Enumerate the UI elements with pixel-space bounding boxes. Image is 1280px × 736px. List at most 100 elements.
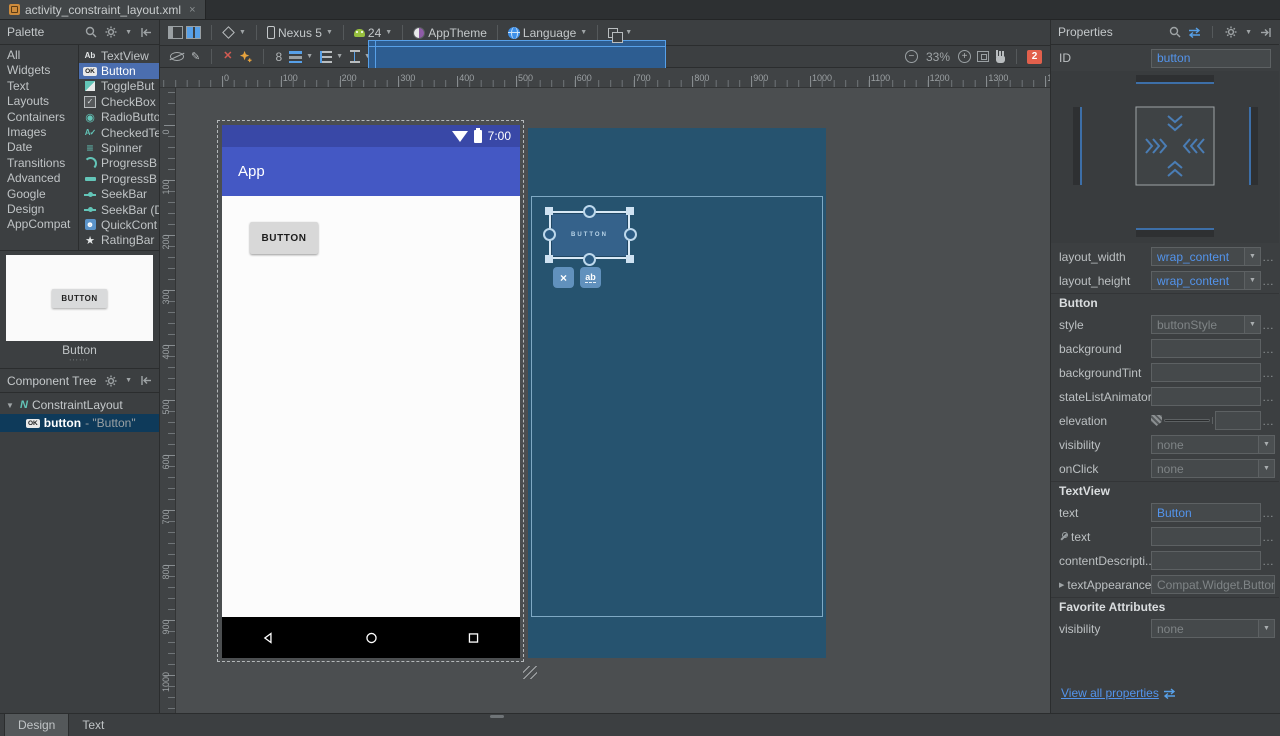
pack-selector[interactable]: ▼ <box>289 51 313 63</box>
dropdown-arrow-icon[interactable]: ▼ <box>1258 460 1274 477</box>
language-selector[interactable]: Language ▼ <box>508 26 587 40</box>
palette-item-radiobutto[interactable]: RadioButto <box>79 110 159 125</box>
constraint-inspector[interactable] <box>1051 71 1279 243</box>
palette-category-layouts[interactable]: Layouts <box>0 94 78 109</box>
property-dropdown[interactable]: none▼ <box>1151 459 1275 478</box>
property-dropdown[interactable]: none▼ <box>1151 435 1275 454</box>
slider-thumb[interactable] <box>1151 415 1162 426</box>
slider-track[interactable] <box>1164 419 1210 422</box>
palette-item-quickcont[interactable]: QuickCont <box>79 217 159 232</box>
property-input[interactable] <box>1151 527 1261 546</box>
design-button-widget[interactable]: BUTTON <box>250 222 318 254</box>
property-dropdown[interactable]: wrap_content▼ <box>1151 247 1261 266</box>
id-input[interactable]: button <box>1151 49 1271 68</box>
zoom-to-fit-icon[interactable] <box>977 51 989 62</box>
more-options-button[interactable]: … <box>1261 414 1275 428</box>
more-options-button[interactable]: … <box>1261 506 1275 520</box>
theme-selector[interactable]: AppTheme <box>413 26 487 40</box>
dropdown-arrow-icon[interactable]: ▼ <box>1244 248 1260 265</box>
property-dropdown[interactable]: buttonStyle▼ <box>1151 315 1261 334</box>
palette-item-button[interactable]: Button <box>79 63 159 78</box>
palette-category-appcompat[interactable]: AppCompat <box>0 217 78 232</box>
design-canvas[interactable]: 01002003004005006007008009001000 7:00 Ap… <box>160 88 1050 713</box>
layout-variant-selector[interactable]: ▼ <box>608 28 632 38</box>
tree-item-constraintlayout[interactable]: ▼ N ConstraintLayout <box>0 396 159 414</box>
palette-category-widgets[interactable]: Widgets <box>0 63 78 78</box>
more-options-button[interactable]: … <box>1261 342 1275 356</box>
view-all-properties-link[interactable]: View all properties <box>1061 686 1159 700</box>
palette-category-advanced[interactable]: Advanced <box>0 171 78 186</box>
dock-panel-icon[interactable] <box>139 374 152 387</box>
palette-category-all[interactable]: All <box>0 48 78 63</box>
error-count-badge[interactable]: 2 <box>1027 50 1042 64</box>
palette-item-seekbar[interactable]: SeekBar <box>79 187 159 202</box>
palette-item-progressb[interactable]: ProgressB <box>79 156 159 171</box>
dropdown-arrow-icon[interactable]: ▼ <box>1244 316 1260 333</box>
more-options-button[interactable]: … <box>1261 366 1275 380</box>
zoom-out-button[interactable]: − <box>905 50 918 63</box>
tab-design[interactable]: Design <box>4 714 69 736</box>
device-selector[interactable]: Nexus 5 ▼ <box>267 26 333 40</box>
property-input[interactable] <box>1151 339 1261 358</box>
more-options-button[interactable]: … <box>1261 390 1275 404</box>
elevation-slider[interactable] <box>1151 415 1213 426</box>
property-input[interactable] <box>1151 363 1261 382</box>
palette-category-transitions[interactable]: Transitions <box>0 156 78 171</box>
infer-constraints-icon[interactable] <box>239 50 252 63</box>
property-input[interactable] <box>1151 551 1261 570</box>
more-options-button[interactable]: … <box>1261 530 1275 544</box>
panel-splitter[interactable]: '''''' <box>0 360 159 368</box>
expander-icon[interactable]: ▼ <box>6 401 16 410</box>
edit-text-button[interactable]: ab <box>580 267 601 288</box>
orientation-selector[interactable]: ▼ <box>222 28 246 37</box>
align-selector[interactable]: ▼ <box>320 51 343 63</box>
constraint-anchor[interactable] <box>583 253 596 266</box>
splitter-grip[interactable] <box>490 715 504 718</box>
api-selector[interactable]: 24 ▼ <box>354 26 392 40</box>
gear-icon[interactable] <box>104 26 117 39</box>
autoconnect-icon[interactable]: ✎ <box>191 50 200 63</box>
tree-item-button[interactable]: OK button - "Button" <box>0 414 159 432</box>
swap-view-icon[interactable] <box>1188 26 1201 39</box>
resize-handle[interactable] <box>626 207 634 215</box>
palette-category-google[interactable]: Google <box>0 187 78 202</box>
zoom-in-button[interactable]: + <box>958 50 971 63</box>
palette-item-checkbox[interactable]: CheckBox <box>79 94 159 109</box>
more-options-button[interactable]: … <box>1261 250 1275 264</box>
palette-item-togglebut[interactable]: ToggleBut <box>79 79 159 94</box>
property-dropdown[interactable]: Compat.Widget.Button▼ <box>1151 575 1275 594</box>
resize-handle[interactable] <box>545 255 553 263</box>
palette-category-containers[interactable]: Containers <box>0 110 78 125</box>
resize-handle[interactable] <box>626 255 634 263</box>
tab-text[interactable]: Text <box>69 714 117 736</box>
resize-handle[interactable] <box>523 666 537 679</box>
palette-item-seekbar-d[interactable]: SeekBar (D <box>79 202 159 217</box>
palette-item-textview[interactable]: TextView <box>79 48 159 63</box>
property-dropdown[interactable]: wrap_content▼ <box>1151 271 1261 290</box>
resize-handle[interactable] <box>545 207 553 215</box>
gear-icon[interactable] <box>104 374 117 387</box>
delete-constraints-button[interactable]: × <box>553 267 574 288</box>
dropdown-arrow-icon[interactable]: ▼ <box>1244 272 1260 289</box>
clear-constraints-icon[interactable]: ✕ <box>223 51 232 62</box>
palette-item-spinner[interactable]: Spinner <box>79 140 159 155</box>
blueprint-view[interactable]: BUTTON × ab <box>528 128 826 658</box>
design-mode-icon[interactable] <box>168 26 183 39</box>
more-options-button[interactable]: … <box>1261 318 1275 332</box>
palette-item-checkedte[interactable]: CheckedTe <box>79 125 159 140</box>
dropdown-arrow-icon[interactable]: ▼ <box>1258 436 1274 453</box>
search-icon[interactable] <box>84 26 97 39</box>
gear-icon[interactable] <box>1224 26 1237 39</box>
palette-category-design[interactable]: Design <box>0 202 78 217</box>
editor-tab[interactable]: activity_constraint_layout.xml × <box>0 0 206 19</box>
constraint-anchor[interactable] <box>624 228 637 241</box>
property-input[interactable]: Button <box>1151 503 1261 522</box>
more-options-button[interactable]: … <box>1261 274 1275 288</box>
property-dropdown[interactable]: none▼ <box>1151 619 1275 638</box>
both-modes-icon[interactable] <box>186 26 201 39</box>
more-options-button[interactable]: … <box>1261 554 1275 568</box>
palette-category-images[interactable]: Images <box>0 125 78 140</box>
dropdown-arrow-icon[interactable]: ▼ <box>1258 620 1274 637</box>
palette-item-progressb[interactable]: ProgressB <box>79 171 159 186</box>
constraint-anchor[interactable] <box>543 228 556 241</box>
